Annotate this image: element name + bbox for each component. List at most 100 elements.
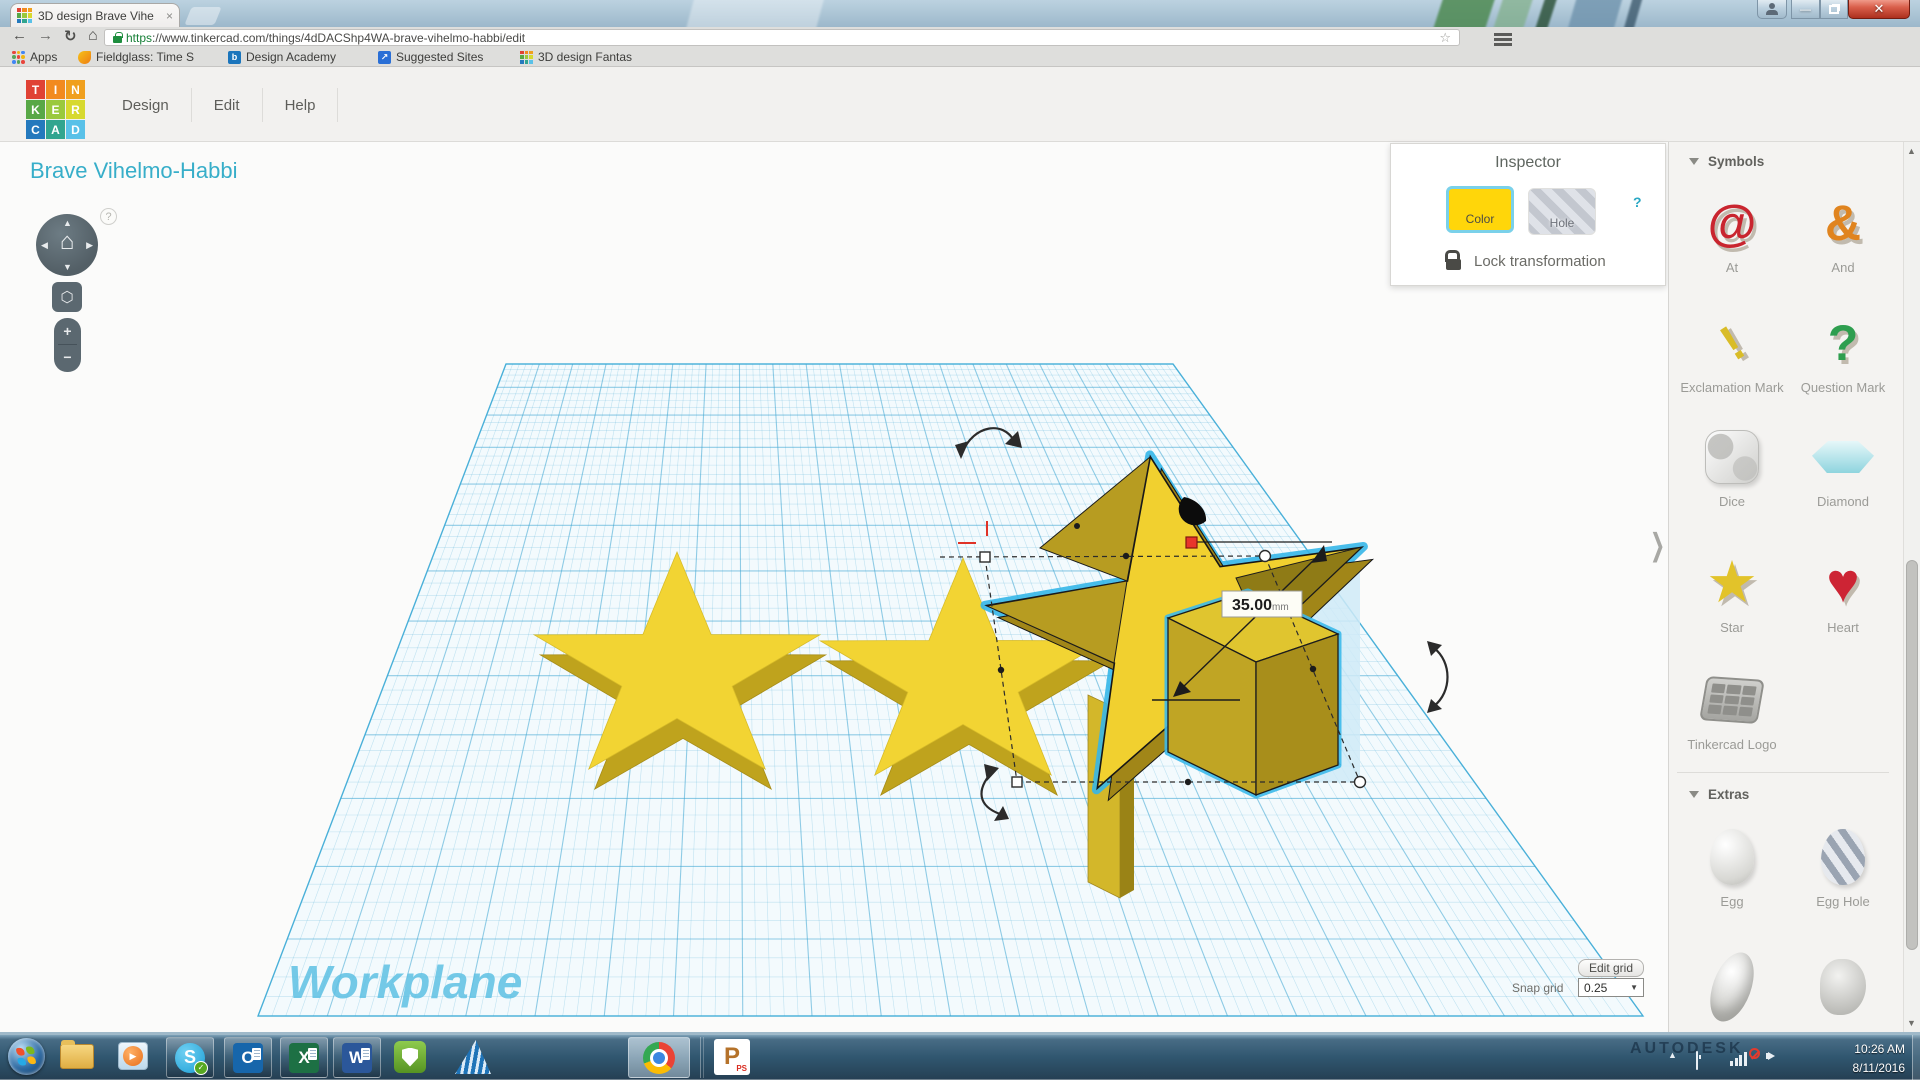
cube-icon: ⬡: [60, 288, 73, 306]
inspector-help-link[interactable]: ?: [1633, 194, 1642, 210]
taskbar-media-player[interactable]: ▶: [118, 1042, 148, 1070]
scrollbar-thumb[interactable]: [1906, 560, 1918, 950]
taskbar-p-ps-app[interactable]: PPS: [714, 1039, 750, 1075]
zoom-out-button[interactable]: −: [54, 345, 81, 371]
refresh-button[interactable]: ↻: [64, 27, 77, 45]
tab-close-icon[interactable]: ×: [166, 10, 173, 22]
edge-handle[interactable]: [1185, 779, 1191, 785]
back-button[interactable]: ←: [12, 27, 27, 44]
tinkercad-favicon: [520, 51, 533, 64]
design-title: Brave Vihelmo-Habbi: [30, 158, 237, 184]
shapes-sidebar: Symbols @ At & And ! Exclamation Mark ? …: [1668, 142, 1920, 1032]
view-cube-button[interactable]: ⬡: [52, 282, 82, 312]
taskbar-antivirus[interactable]: [394, 1041, 426, 1073]
bookmark-apps[interactable]: Apps: [12, 48, 57, 66]
pan-down-icon[interactable]: ▼: [63, 262, 72, 272]
tinkercad-logo-shape-icon: [1699, 676, 1765, 724]
taskbar-outlook[interactable]: O: [224, 1037, 272, 1078]
shape-item-diamond[interactable]: Diamond: [1788, 424, 1898, 509]
pan-up-icon[interactable]: ▲: [63, 218, 72, 228]
taskbar-chrome[interactable]: [628, 1037, 690, 1078]
corner-handle[interactable]: [1355, 777, 1366, 788]
corner-handle[interactable]: [980, 552, 990, 562]
menu-help[interactable]: Help: [263, 97, 338, 114]
menu-design[interactable]: Design: [100, 97, 191, 114]
taskbar-explorer[interactable]: [60, 1044, 94, 1069]
tab-title: 3D design Brave Vihe: [38, 9, 156, 23]
sidebar-scrollbar[interactable]: ▲ ▼: [1903, 142, 1920, 1032]
help-badge[interactable]: ?: [100, 208, 117, 225]
bookmark-suggested-sites[interactable]: ↗ Suggested Sites: [378, 48, 483, 66]
shape-item-egg-hole[interactable]: Egg Hole: [1788, 824, 1898, 909]
address-bar[interactable]: https://www.tinkercad.com/things/4dDACSh…: [104, 29, 1460, 46]
chrome-menu-icon[interactable]: [1494, 33, 1512, 36]
profile-button[interactable]: [1757, 0, 1787, 19]
taskbar-word[interactable]: W: [333, 1037, 381, 1078]
inspector-panel: Inspector Color Hole ? Lock transformati…: [1390, 143, 1666, 286]
maximize-button[interactable]: [1820, 0, 1848, 19]
bookmark-star-icon[interactable]: ☆: [1439, 30, 1451, 46]
start-button[interactable]: [8, 1038, 45, 1075]
color-swatch-button[interactable]: Color: [1446, 186, 1514, 233]
dimension-label: 35.00mm: [1222, 591, 1302, 617]
lock-transformation-toggle[interactable]: Lock transformation: [1446, 252, 1606, 270]
apps-grid-icon: [12, 51, 25, 64]
shape-item-star[interactable]: ★ Star: [1677, 550, 1787, 635]
collapse-triangle-icon: [1689, 791, 1699, 798]
secure-lock-icon[interactable]: [113, 36, 122, 43]
corner-handle[interactable]: [1012, 777, 1022, 787]
browser-tab[interactable]: 3D design Brave Vihe ×: [10, 3, 180, 27]
zoom-in-button[interactable]: +: [54, 318, 81, 344]
shape-item-at[interactable]: @ At: [1677, 190, 1787, 275]
home-button[interactable]: ⌂: [88, 27, 98, 45]
partial-shape-icon: [1702, 947, 1762, 1028]
hole-swatch-button[interactable]: Hole: [1528, 188, 1596, 235]
suggested-sites-icon: ↗: [378, 51, 391, 64]
panel-toggle-chevron[interactable]: ❯: [1650, 528, 1665, 564]
shape-item-tinkercad-logo[interactable]: Tinkercad Logo: [1677, 667, 1787, 752]
height-handle[interactable]: [1186, 537, 1197, 548]
close-button[interactable]: ✕: [1848, 0, 1910, 19]
snap-grid-select[interactable]: 0.25 ▼: [1578, 978, 1644, 997]
edge-handle[interactable]: [1074, 523, 1080, 529]
power-icon[interactable]: [1696, 1051, 1698, 1070]
view-navigation-pad[interactable]: ▲ ▼ ◀ ▶ ⌂: [36, 214, 98, 276]
scroll-up-icon[interactable]: ▲: [1907, 146, 1916, 156]
taskbar-excel[interactable]: X: [280, 1037, 328, 1078]
bookmark-fieldglass[interactable]: Fieldglass: Time S: [78, 48, 194, 66]
bookmark-design-academy[interactable]: b Design Academy: [228, 48, 336, 66]
scroll-down-icon[interactable]: ▼: [1907, 1018, 1916, 1028]
section-symbols[interactable]: Symbols: [1689, 154, 1764, 169]
show-desktop-button[interactable]: [1912, 1035, 1920, 1080]
edge-handle[interactable]: [1310, 666, 1316, 672]
inspector-title: Inspector: [1391, 154, 1665, 172]
shape-item-partial[interactable]: [1677, 942, 1787, 1032]
corner-handle[interactable]: [1260, 551, 1271, 562]
taskbar-skype[interactable]: S: [166, 1037, 214, 1078]
section-divider: [1677, 772, 1889, 773]
edge-handle[interactable]: [998, 667, 1004, 673]
home-view-icon[interactable]: ⌂: [36, 228, 98, 256]
section-extras[interactable]: Extras: [1689, 787, 1749, 802]
minimize-button[interactable]: —: [1791, 0, 1820, 19]
menu-edit[interactable]: Edit: [192, 97, 262, 114]
shape-item-and[interactable]: & And: [1788, 190, 1898, 275]
shape-item-egg[interactable]: Egg: [1677, 824, 1787, 909]
tray-overflow-icon[interactable]: ▲: [1668, 1050, 1677, 1060]
taskbar-clock[interactable]: 10:26 AM 8/11/2016: [1793, 1040, 1905, 1078]
box-shape-selected[interactable]: [1168, 592, 1338, 795]
taskbar-pyramid-app[interactable]: [455, 1040, 491, 1074]
tinkercad-logo[interactable]: T I N K E R C A D: [26, 80, 85, 139]
forward-button[interactable]: →: [38, 27, 53, 44]
shape-item-question[interactable]: ? Question Mark: [1788, 310, 1898, 395]
edit-grid-button[interactable]: Edit grid: [1578, 959, 1644, 977]
zoom-controls[interactable]: + −: [54, 318, 81, 372]
shape-item-dice[interactable]: Dice: [1677, 424, 1787, 509]
network-signal-icon[interactable]: [1730, 1048, 1748, 1066]
shape-item-heart[interactable]: ♥ Heart: [1788, 550, 1898, 635]
person-icon: [1765, 3, 1779, 15]
shape-item-partial[interactable]: [1788, 942, 1898, 1032]
edge-handle[interactable]: [1123, 553, 1129, 559]
bookmark-3d-design[interactable]: 3D design Fantas: [520, 48, 632, 66]
shape-item-exclamation[interactable]: ! Exclamation Mark: [1677, 310, 1787, 395]
